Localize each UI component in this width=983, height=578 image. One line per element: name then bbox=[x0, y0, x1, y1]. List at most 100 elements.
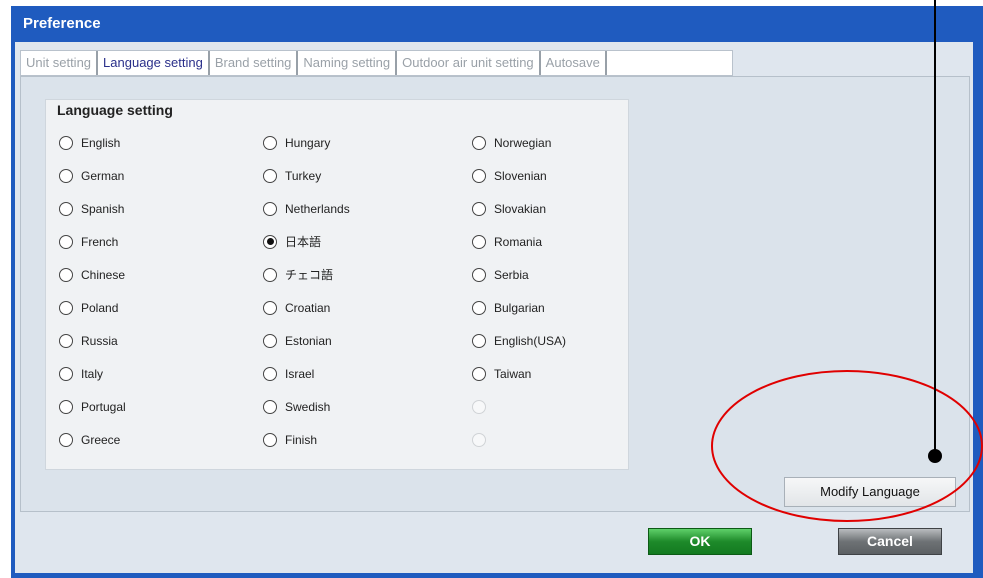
radio-icon[interactable] bbox=[263, 168, 277, 183]
language-option-label: English bbox=[81, 135, 121, 150]
radio-icon[interactable] bbox=[59, 135, 73, 150]
language-option[interactable]: Serbia bbox=[472, 258, 566, 291]
tab-naming-setting[interactable]: Naming setting bbox=[298, 51, 398, 75]
language-option-label: Spanish bbox=[81, 201, 125, 216]
language-option-label: Slovenian bbox=[494, 168, 547, 183]
language-option[interactable]: Russia bbox=[59, 324, 126, 357]
radio-icon[interactable] bbox=[59, 267, 73, 282]
language-option[interactable]: Hungary bbox=[263, 126, 350, 159]
language-option-label: Taiwan bbox=[494, 366, 532, 381]
radio-icon[interactable] bbox=[263, 432, 277, 447]
language-option bbox=[472, 423, 566, 456]
language-option[interactable]: Swedish bbox=[263, 390, 350, 423]
language-column-1: English German Spanish French Chinese Poland R… bbox=[59, 126, 126, 456]
language-option[interactable]: Norwegian bbox=[472, 126, 566, 159]
radio-icon[interactable] bbox=[263, 234, 277, 249]
language-option[interactable]: German bbox=[59, 159, 126, 192]
tab-bar: Unit setting Language setting Brand sett… bbox=[20, 50, 733, 76]
language-option[interactable]: Finish bbox=[263, 423, 350, 456]
ok-button[interactable]: OK bbox=[648, 528, 752, 555]
radio-icon[interactable] bbox=[263, 366, 277, 381]
radio-icon[interactable] bbox=[472, 201, 486, 216]
language-option[interactable]: Slovenian bbox=[472, 159, 566, 192]
language-option[interactable]: Taiwan bbox=[472, 357, 566, 390]
tab-unit-setting[interactable]: Unit setting bbox=[21, 51, 99, 75]
preference-window: Preference Unit setting Language setting… bbox=[11, 6, 983, 578]
radio-icon bbox=[472, 432, 486, 447]
radio-icon[interactable] bbox=[263, 300, 277, 315]
tab-language-setting[interactable]: Language setting bbox=[98, 51, 210, 75]
language-option-label: Swedish bbox=[285, 399, 331, 414]
language-option-label: Estonian bbox=[285, 333, 332, 348]
tab-autosave[interactable]: Autosave bbox=[541, 51, 607, 75]
language-option-label: English(USA) bbox=[494, 333, 567, 348]
modify-language-button[interactable]: Modify Language bbox=[784, 477, 956, 507]
language-groupbox: Language setting English German Spanish Fre… bbox=[45, 99, 629, 470]
radio-icon[interactable] bbox=[59, 333, 73, 348]
tab-brand-setting[interactable]: Brand setting bbox=[210, 51, 299, 75]
language-group-title: Language setting bbox=[57, 102, 177, 118]
language-option[interactable]: English(USA) bbox=[472, 324, 566, 357]
radio-icon[interactable] bbox=[59, 201, 73, 216]
language-option-label: Netherlands bbox=[285, 201, 350, 216]
language-option[interactable]: Slovakian bbox=[472, 192, 566, 225]
radio-icon[interactable] bbox=[263, 135, 277, 150]
language-option[interactable]: Spanish bbox=[59, 192, 126, 225]
radio-icon[interactable] bbox=[263, 333, 277, 348]
language-option-label: Romania bbox=[494, 234, 543, 249]
radio-icon[interactable] bbox=[472, 267, 486, 282]
language-option-label: Portugal bbox=[81, 399, 126, 414]
language-option[interactable]: Chinese bbox=[59, 258, 126, 291]
radio-icon[interactable] bbox=[59, 234, 73, 249]
radio-icon[interactable] bbox=[472, 168, 486, 183]
cancel-button[interactable]: Cancel bbox=[838, 528, 942, 555]
language-option-label: Norwegian bbox=[494, 135, 552, 150]
window-title: Preference bbox=[23, 15, 101, 32]
radio-icon[interactable] bbox=[472, 234, 486, 249]
language-option[interactable]: Estonian bbox=[263, 324, 350, 357]
language-option-label: Bulgarian bbox=[494, 300, 545, 315]
language-option-label: Finish bbox=[285, 432, 318, 447]
radio-icon[interactable] bbox=[263, 399, 277, 414]
radio-icon[interactable] bbox=[59, 399, 73, 414]
language-option-label: Chinese bbox=[81, 267, 126, 282]
language-option[interactable]: Israel bbox=[263, 357, 350, 390]
radio-icon[interactable] bbox=[59, 432, 73, 447]
language-option[interactable]: Turkey bbox=[263, 159, 350, 192]
language-option[interactable]: Portugal bbox=[59, 390, 126, 423]
language-option-label: Serbia bbox=[494, 267, 529, 282]
radio-icon[interactable] bbox=[59, 300, 73, 315]
radio-icon[interactable] bbox=[472, 300, 486, 315]
language-option-label: 日本語 bbox=[285, 235, 322, 249]
radio-icon[interactable] bbox=[472, 135, 486, 150]
language-option[interactable]: French bbox=[59, 225, 126, 258]
radio-icon[interactable] bbox=[59, 168, 73, 183]
language-option[interactable]: English bbox=[59, 126, 126, 159]
language-option-label: Hungary bbox=[285, 135, 331, 150]
language-option[interactable]: Romania bbox=[472, 225, 566, 258]
dialog-content: Unit setting Language setting Brand sett… bbox=[15, 42, 973, 573]
language-option[interactable]: 日本語 bbox=[263, 225, 350, 258]
language-option-label: チェコ語 bbox=[285, 268, 334, 282]
radio-icon[interactable] bbox=[263, 201, 277, 216]
radio-icon bbox=[472, 399, 486, 414]
language-option[interactable]: Poland bbox=[59, 291, 126, 324]
language-option-label: Poland bbox=[81, 300, 119, 315]
language-option[interactable]: Bulgarian bbox=[472, 291, 566, 324]
language-option[interactable]: Greece bbox=[59, 423, 126, 456]
language-option[interactable]: Italy bbox=[59, 357, 126, 390]
language-option[interactable]: Croatian bbox=[263, 291, 350, 324]
radio-icon[interactable] bbox=[472, 333, 486, 348]
language-setting-panel: Language setting English German Spanish Fre… bbox=[20, 76, 970, 512]
language-option bbox=[472, 390, 566, 423]
language-option[interactable]: チェコ語 bbox=[263, 258, 350, 291]
language-option-label: Italy bbox=[81, 366, 104, 381]
radio-icon[interactable] bbox=[263, 267, 277, 282]
language-column-2: Hungary Turkey Netherlands 日本語チェコ語 Croatian E… bbox=[263, 126, 350, 456]
language-option-label: Russia bbox=[81, 333, 118, 348]
radio-icon[interactable] bbox=[472, 366, 486, 381]
language-option-label: Croatian bbox=[285, 300, 331, 315]
language-option[interactable]: Netherlands bbox=[263, 192, 350, 225]
radio-icon[interactable] bbox=[59, 366, 73, 381]
tab-outdoor-air-unit-setting[interactable]: Outdoor air unit setting bbox=[397, 51, 541, 75]
